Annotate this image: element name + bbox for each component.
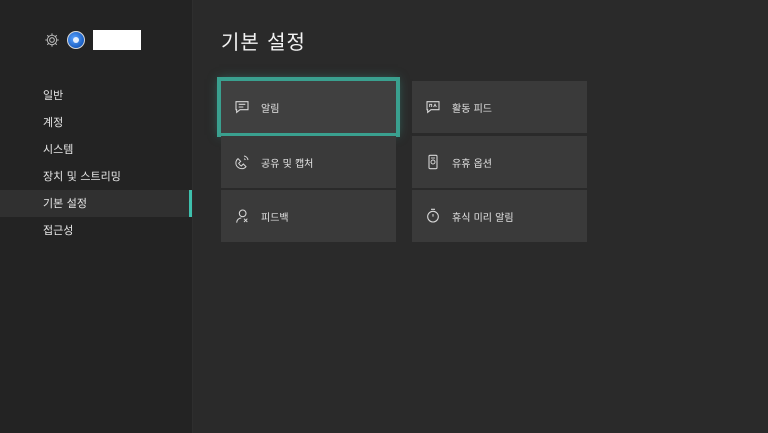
activity-feed-icon	[424, 98, 442, 116]
tile-capture[interactable]: 공유 및 캡처	[221, 136, 396, 188]
sidebar-item-account[interactable]: 계정	[0, 109, 192, 136]
tile-label: 알림	[261, 103, 280, 115]
sidebar-item-label: 접근성	[43, 224, 74, 237]
sidebar-item-label: 장치 및 스트리밍	[43, 170, 121, 183]
sidebar-item-system[interactable]: 시스템	[0, 136, 192, 163]
tile-feedback[interactable]: 피드백	[221, 190, 396, 242]
tile-label: 유휴 옵션	[452, 158, 492, 170]
tile-label: 활동 피드	[452, 103, 492, 115]
sidebar-item-label: 계정	[43, 116, 64, 129]
idle-options-icon	[424, 153, 442, 171]
capture-icon	[233, 153, 251, 171]
feedback-icon	[233, 207, 251, 225]
sidebar-item-preferences[interactable]: 기본 설정	[0, 190, 192, 217]
sidebar: 일반 계정 시스템 장치 및 스트리밍 기본 설정 접근성	[0, 0, 193, 433]
notification-icon	[233, 98, 251, 116]
sidebar-item-devices[interactable]: 장치 및 스트리밍	[0, 163, 192, 190]
main-panel: 기본 설정 알림 활동 피드 공유 및 캡처 유휴 옵션 피드백 휴식 미리 알…	[193, 0, 768, 433]
sidebar-item-general[interactable]: 일반	[0, 82, 192, 109]
sidebar-item-accessibility[interactable]: 접근성	[0, 217, 192, 244]
tile-idle-options[interactable]: 유휴 옵션	[412, 136, 587, 188]
gamertag-box	[93, 30, 141, 50]
avatar-icon[interactable]	[67, 31, 85, 49]
tile-label: 피드백	[261, 212, 289, 224]
tile-break-reminder[interactable]: 휴식 미리 알림	[412, 190, 587, 242]
timer-icon	[424, 207, 442, 225]
gear-icon[interactable]	[43, 31, 61, 49]
sidebar-item-label: 일반	[43, 89, 64, 102]
page-title: 기본 설정	[221, 30, 306, 54]
sidebar-item-label: 시스템	[43, 143, 74, 156]
sidebar-nav: 일반 계정 시스템 장치 및 스트리밍 기본 설정 접근성	[0, 82, 192, 244]
tile-label: 휴식 미리 알림	[452, 212, 514, 224]
profile-header	[43, 30, 141, 50]
sidebar-item-label: 기본 설정	[43, 197, 87, 210]
tile-activity-feed[interactable]: 활동 피드	[412, 81, 587, 133]
tile-label: 공유 및 캡처	[261, 158, 314, 170]
tile-notifications[interactable]: 알림	[217, 77, 400, 137]
